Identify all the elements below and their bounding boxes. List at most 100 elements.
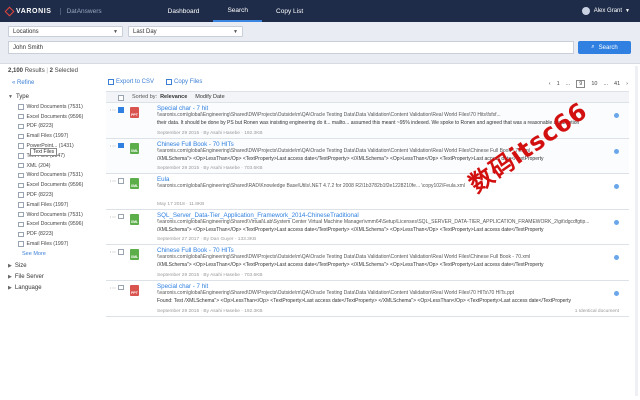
row-menu-icon[interactable]: ⋮ bbox=[109, 249, 116, 255]
result-title-link[interactable]: SQL_Server_Data-Tier_Application_Framewo… bbox=[157, 212, 359, 219]
search-button[interactable]: ⌕ Search bbox=[578, 41, 631, 54]
result-row[interactable]: ⋮ XML SQL_Server_Data-Tier_Application_Fra… bbox=[106, 209, 629, 246]
facet-checkbox[interactable] bbox=[18, 192, 24, 198]
facet-checkbox[interactable] bbox=[18, 113, 24, 120]
file-type-icon: XML bbox=[130, 213, 139, 225]
result-snippet bbox=[157, 191, 612, 203]
tab-dashboard[interactable]: Dashboard bbox=[154, 0, 214, 22]
facet-type-option[interactable]: PDF (8223) bbox=[8, 229, 104, 239]
facet-type-option[interactable]: XML (204) bbox=[8, 161, 104, 171]
facet-type-option[interactable]: Word Documents (7531) bbox=[8, 102, 104, 112]
page-prev-button[interactable]: ‹ bbox=[549, 81, 551, 87]
facet-option-label: Word Documents (7531) bbox=[26, 103, 83, 110]
facet-type-option[interactable]: Excel Documents (9596) bbox=[8, 220, 104, 230]
row-menu-icon[interactable]: ⋮ bbox=[109, 107, 116, 113]
result-title-link[interactable]: Chinese Full Book - 70 HITs bbox=[157, 247, 234, 254]
facet-checkbox[interactable] bbox=[18, 231, 24, 237]
result-title-link[interactable]: Eula bbox=[157, 176, 169, 183]
row-menu-icon[interactable]: ⋮ bbox=[109, 214, 116, 220]
facet-type-option[interactable]: Excel Documents (9596) bbox=[8, 112, 104, 122]
row-menu-icon[interactable]: ⋮ bbox=[109, 285, 116, 291]
tab-search[interactable]: Search bbox=[213, 0, 263, 22]
facet-option-label: Word Documents (7531) bbox=[26, 211, 83, 218]
link-icon[interactable] bbox=[614, 184, 619, 190]
facet-checkbox[interactable] bbox=[18, 104, 24, 110]
facet-type-header[interactable]: ▼ Type bbox=[8, 94, 104, 100]
facet-type-option[interactable]: Email Files (1997) bbox=[8, 239, 104, 249]
selected-label: Selected bbox=[54, 68, 78, 74]
facet-type-option[interactable]: PDF (8223) bbox=[8, 190, 104, 200]
result-title-link[interactable]: Chinese Full Book - 70 HITs bbox=[157, 141, 234, 148]
facet-checkbox[interactable] bbox=[18, 241, 24, 247]
facet-checkbox[interactable] bbox=[18, 182, 24, 189]
facet-option-label: Excel Documents (9596) bbox=[26, 182, 84, 189]
page-ellipsis: ... bbox=[565, 81, 571, 87]
page-10[interactable]: 10 bbox=[591, 81, 597, 87]
facet-type-option[interactable]: Email Files (1997) bbox=[8, 131, 104, 141]
row-checkbox[interactable] bbox=[118, 284, 124, 291]
facet-size[interactable]: ▶ Size bbox=[8, 261, 104, 272]
facet-type-option[interactable]: PDF (8223) bbox=[8, 122, 104, 132]
result-row[interactable]: ⋮ XML Eula \\varonis.com\global\Engineering… bbox=[106, 174, 629, 210]
copy-files-button[interactable]: Copy Files bbox=[166, 79, 202, 85]
scrollbar[interactable] bbox=[635, 66, 638, 396]
tooltip: Text Files bbox=[30, 148, 58, 156]
file-type-icon: PPT bbox=[130, 284, 139, 296]
result-row[interactable]: ⋮ PPT Special char - 7 hit \\varonis.com\gl… bbox=[106, 280, 629, 317]
result-path: \\varonis.com\global\Engineering\Shared\… bbox=[157, 254, 531, 261]
facet-file-server[interactable]: ▶ File Server bbox=[8, 272, 104, 283]
row-checkbox[interactable] bbox=[118, 249, 124, 255]
facet-type-option[interactable]: Email Files (1997) bbox=[8, 200, 104, 210]
result-row[interactable]: ⋮ XML Chinese Full Book - 70 HITs \\varonis… bbox=[106, 245, 629, 281]
link-icon[interactable] bbox=[614, 148, 619, 154]
locations-select[interactable]: Locations ▼ bbox=[8, 26, 123, 37]
refine-toggle[interactable]: « Refine bbox=[12, 80, 34, 86]
product-name: DatAnswers bbox=[59, 7, 102, 15]
date-range-select[interactable]: Last Day ▼ bbox=[128, 26, 243, 37]
user-menu[interactable]: Alex Grant ▼ bbox=[581, 0, 630, 22]
page-last[interactable]: 41 bbox=[614, 81, 620, 87]
row-checkbox[interactable] bbox=[118, 142, 124, 149]
facet-checkbox[interactable] bbox=[18, 202, 24, 208]
link-icon[interactable] bbox=[614, 113, 619, 118]
facet-type-option[interactable]: Word Documents (7531) bbox=[8, 171, 104, 181]
facet-checkbox[interactable] bbox=[18, 162, 24, 169]
export-csv-button[interactable]: Export to CSV bbox=[108, 79, 154, 85]
sort-modify-date[interactable]: Modify Date bbox=[195, 94, 224, 100]
tab-copy-list[interactable]: Copy List bbox=[262, 0, 317, 22]
pagination: ‹ 1 ... 9 10 ... 41 › bbox=[543, 80, 628, 88]
facet-checkbox[interactable] bbox=[18, 172, 24, 179]
result-title-link[interactable]: Special char - 7 hit bbox=[157, 283, 208, 290]
facet-option-label: PDF (8223) bbox=[26, 231, 54, 238]
row-checkbox[interactable] bbox=[118, 178, 124, 184]
facet-checkbox[interactable] bbox=[18, 133, 24, 140]
page-1[interactable]: 1 bbox=[557, 81, 560, 87]
facet-size-label: Size bbox=[14, 263, 27, 270]
brand[interactable]: VARONIS DatAnswers bbox=[0, 0, 102, 22]
chevron-right-icon: ▶ bbox=[8, 274, 12, 281]
facet-checkbox[interactable] bbox=[18, 211, 24, 218]
search-input[interactable]: John Smith bbox=[8, 41, 574, 54]
facet-type-option[interactable]: Word Documents (7531) bbox=[8, 210, 104, 220]
result-title-link[interactable]: Special char - 7 hit bbox=[157, 105, 208, 112]
facet-type-option[interactable]: Excel Documents (9596) bbox=[8, 180, 104, 190]
sort-relevance[interactable]: Relevance bbox=[160, 94, 187, 100]
row-checkbox[interactable] bbox=[118, 213, 124, 220]
link-icon[interactable] bbox=[614, 255, 619, 261]
select-all-checkbox[interactable] bbox=[118, 95, 124, 101]
facet-option-label: PDF (8223) bbox=[26, 123, 54, 130]
facet-checkbox[interactable] bbox=[18, 143, 24, 149]
results-summary: 2,100 Results | 2 Selected bbox=[8, 68, 78, 74]
identical-docs[interactable]: 1 Identical document bbox=[575, 309, 619, 314]
link-icon[interactable] bbox=[614, 219, 619, 225]
facet-checkbox[interactable] bbox=[18, 221, 24, 228]
row-checkbox[interactable] bbox=[118, 107, 124, 113]
page-next-button[interactable]: › bbox=[626, 81, 628, 87]
link-icon[interactable] bbox=[614, 290, 619, 296]
facet-language[interactable]: ▶ Language bbox=[8, 283, 104, 294]
row-menu-icon[interactable]: ⋮ bbox=[109, 178, 116, 184]
facet-checkbox[interactable] bbox=[18, 123, 24, 130]
facet-checkbox[interactable] bbox=[18, 153, 24, 159]
row-menu-icon[interactable]: ⋮ bbox=[109, 143, 116, 149]
page-current[interactable]: 9 bbox=[576, 80, 586, 88]
